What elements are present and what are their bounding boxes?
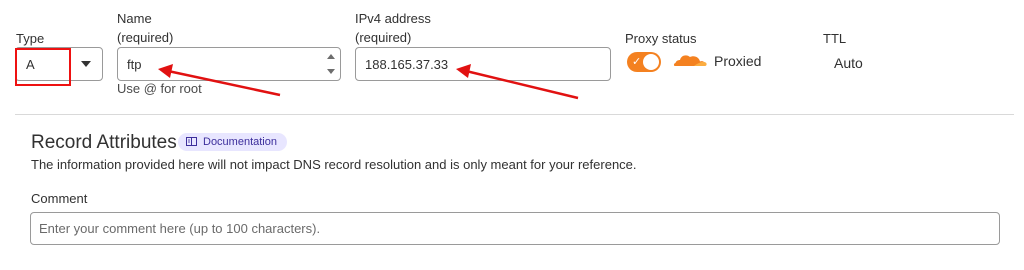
annotation-overlay xyxy=(158,64,579,100)
name-arrow xyxy=(158,64,281,97)
ipv4-arrow xyxy=(456,64,579,100)
